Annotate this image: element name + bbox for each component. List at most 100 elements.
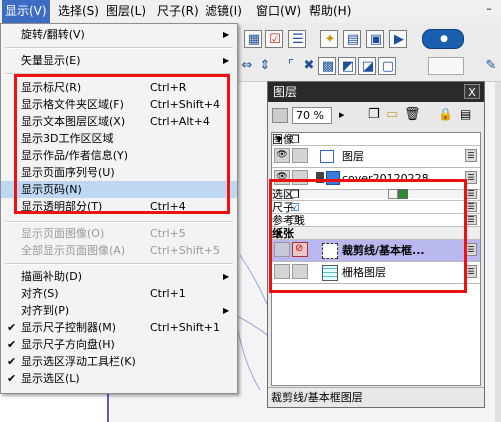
- pen-icon[interactable]: ✎: [482, 57, 500, 75]
- doc-icon[interactable]: ▤: [343, 30, 361, 48]
- menu-help[interactable]: 帮助(H): [306, 0, 354, 23]
- layer-row-reference[interactable]: ❐ 参考线 ☰: [272, 214, 480, 227]
- layer-folder-paper[interactable]: ▼ 纸张: [272, 227, 480, 240]
- menu-item-shortcut: Ctrl+Shift+5: [150, 244, 221, 257]
- play-icon[interactable]: ▶: [389, 30, 407, 48]
- perspective-icon[interactable]: ◪: [358, 57, 376, 75]
- value-field[interactable]: [428, 57, 464, 75]
- lock-toggle[interactable]: [292, 170, 308, 185]
- menu-window[interactable]: 窗口(W): [253, 0, 304, 23]
- menu-item-snap[interactable]: 对齐(S) Ctrl+1: [1, 285, 237, 302]
- layer-menu-icon[interactable]: ☰: [465, 171, 477, 184]
- menu-item-rotate-flip[interactable]: 旋转/翻转(V) ▶: [1, 26, 237, 43]
- menu-item-snap-to[interactable]: 对齐到(P) ▶: [1, 302, 237, 319]
- eye-icon[interactable]: 👁: [274, 170, 290, 185]
- lock-toggle[interactable]: [292, 148, 308, 163]
- menu-item-show-text-layer[interactable]: 显示文本图层区域(X) Ctrl+Alt+4: [1, 113, 237, 130]
- check-icon: ✔: [7, 338, 17, 351]
- layer-menu-icon[interactable]: ☰: [465, 215, 477, 225]
- new-layer-icon[interactable]: ❐: [368, 107, 380, 122]
- check-icon[interactable]: ☑: [265, 30, 283, 48]
- folder-icon: ❐: [290, 133, 300, 146]
- layer-folder-image[interactable]: ▼ ❐ 图像: [272, 133, 480, 146]
- menu-item-show-all-page-images: 全部显示页面图像(A) Ctrl+Shift+5: [1, 242, 237, 259]
- layer-menu-icon[interactable]: ☰: [465, 189, 477, 199]
- transform-icon[interactable]: ✖: [300, 57, 318, 75]
- menu-separator: [5, 47, 233, 49]
- layer-row-ruler[interactable]: ☑ 尺子 ☰: [272, 201, 480, 214]
- list-icon[interactable]: ☰: [288, 30, 306, 48]
- menu-item-shortcut: Ctrl+5: [150, 227, 186, 240]
- lock-icon[interactable]: 🔒: [438, 107, 453, 121]
- panel-toolbar: 70 % ▸ ❐ ▭ 🗑 🔒 ▤: [268, 103, 484, 129]
- vertical-scrollbar[interactable]: [495, 82, 501, 422]
- menu-item-label: 对齐到(P): [21, 304, 70, 317]
- menu-item-show-ruler-wheel[interactable]: ✔ 显示尺子方向盘(H): [1, 336, 237, 353]
- move-arrows-icon[interactable]: ⇔: [238, 57, 256, 75]
- selection-icon: ❐: [290, 188, 300, 201]
- menu-separator: [5, 73, 233, 75]
- eye-icon[interactable]: [274, 264, 290, 279]
- layer-menu-icon[interactable]: ☰: [465, 265, 477, 278]
- menu-item-show-ruler[interactable]: 显示标尺(R) Ctrl+R: [1, 79, 237, 96]
- ruler-corner-icon[interactable]: ⌜: [282, 57, 300, 75]
- menu-item-show-selection-toolbar[interactable]: ✔ 显示选区浮动工具栏(K): [1, 353, 237, 370]
- menu-layer[interactable]: 图层(L): [103, 0, 149, 23]
- reference-icon: ❐: [290, 214, 300, 227]
- page-icon[interactable]: ▣: [366, 30, 384, 48]
- collapse-icon[interactable]: ▼: [276, 227, 282, 240]
- layer-row-selection[interactable]: ❐ 选区 ☰: [272, 188, 480, 201]
- layer-row-cover[interactable]: 👁 cover20120228 ☰: [272, 168, 480, 190]
- panel-menu-icon[interactable]: ▤: [460, 107, 471, 121]
- menu-select[interactable]: 选择(S): [55, 0, 102, 23]
- menu-item-show-transparency[interactable]: 显示透明部分(T) Ctrl+4: [1, 198, 237, 215]
- layer-menu-icon[interactable]: ☰: [465, 202, 477, 212]
- grid-icon[interactable]: ▩: [318, 57, 336, 75]
- menu-ruler[interactable]: 尺子(R): [154, 0, 202, 23]
- vertical-arrows-icon[interactable]: ⇕: [256, 57, 274, 75]
- menu-item-drawing-aid[interactable]: 描画补助(D) ▶: [1, 268, 237, 285]
- menu-item-label: 旋转/翻转(V): [21, 28, 85, 41]
- blend-mode-icon[interactable]: [272, 108, 288, 123]
- new-folder-icon[interactable]: ▭: [386, 107, 398, 122]
- menu-item-show-page-serial[interactable]: 显示页面序列号(U): [1, 164, 237, 181]
- frame-icon[interactable]: ▢: [378, 57, 396, 75]
- delete-layer-icon[interactable]: 🗑: [404, 107, 421, 122]
- menu-item-show-frame-folder[interactable]: 显示格文件夹区域(F) Ctrl+Shift+4: [1, 96, 237, 113]
- clip-studio-logo[interactable]: ●: [422, 29, 464, 49]
- opacity-arrow-icon[interactable]: ▸: [339, 108, 345, 121]
- collapse-icon[interactable]: ▼: [276, 133, 282, 146]
- menu-item-shortcut: Ctrl+Alt+4: [150, 115, 210, 128]
- layer-menu-icon[interactable]: ☰: [465, 149, 477, 162]
- layer-list: ▼ ❐ 图像 👁 图层 ☰ 👁 cover20120228 ☰ ❐ 选区 ☰ ☑ 尺子 ☰ ❐ 参考线…: [271, 132, 481, 386]
- menu-view[interactable]: 显示(V): [2, 0, 50, 23]
- green-icon: [398, 189, 408, 199]
- menu-filter[interactable]: 滤镜(I): [202, 0, 245, 23]
- layout-icon[interactable]: ▦: [244, 30, 262, 48]
- snap-icon[interactable]: ◩: [338, 57, 356, 75]
- menu-item-vector-display[interactable]: 矢量显示(E) ▶: [1, 52, 237, 69]
- check-icon: ✔: [7, 372, 17, 385]
- menu-item-show-page-image: 显示页面图像(O) Ctrl+5: [1, 225, 237, 242]
- close-button[interactable]: X: [464, 84, 480, 99]
- layer-row-grid[interactable]: 栅格图层 ☰: [272, 262, 480, 284]
- star-icon[interactable]: ✦: [320, 30, 338, 48]
- layer-row-layer[interactable]: 👁 图层 ☰: [272, 146, 480, 168]
- lock-toggle[interactable]: ⊘: [292, 242, 308, 257]
- eye-icon[interactable]: 👁: [274, 148, 290, 163]
- menu-item-show-3d-area[interactable]: 显示3D工作区区域: [1, 130, 237, 147]
- menu-item-label: 显示页码(N): [21, 183, 82, 196]
- opacity-field[interactable]: 70 %: [292, 107, 332, 124]
- menu-item-show-author-info[interactable]: 显示作品/作者信息(Y): [1, 147, 237, 164]
- menu-item-show-ruler-controller[interactable]: ✔ 显示尺子控制器(M) Ctrl+Shift+1: [1, 319, 237, 336]
- lock-toggle[interactable]: [292, 264, 308, 279]
- eye-icon[interactable]: [274, 242, 290, 257]
- menu-item-show-page-number[interactable]: 显示页码(N): [1, 181, 237, 198]
- circle-icon: [388, 189, 398, 199]
- layer-row-crop-frame[interactable]: ⊘ 裁剪线/基本框... ☰: [272, 240, 480, 262]
- menu-separator: [5, 221, 233, 223]
- minimize-button[interactable]: –: [483, 3, 495, 16]
- layer-thumb-icon: [326, 171, 340, 185]
- layer-menu-icon[interactable]: ☰: [465, 243, 477, 256]
- menu-item-show-selection[interactable]: ✔ 显示选区(L): [1, 370, 237, 387]
